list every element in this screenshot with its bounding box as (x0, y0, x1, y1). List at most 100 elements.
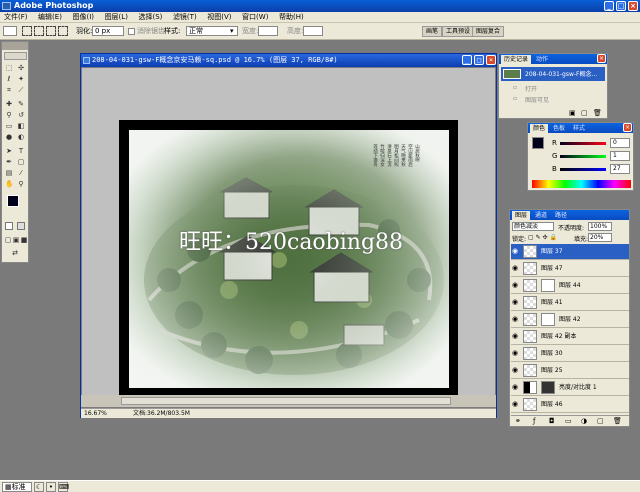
menu-window[interactable]: 窗口(W) (238, 12, 272, 23)
hand-tool-icon[interactable]: ✋ (5, 180, 14, 188)
screen-mode-standard-icon[interactable]: ▢ (4, 236, 12, 244)
eye-icon[interactable]: ◉ (512, 247, 520, 256)
feather-input[interactable]: 0 px (92, 26, 124, 36)
marquee-tool-icon[interactable]: ⬚ (5, 64, 13, 72)
color-foreground-swatch[interactable] (532, 137, 544, 149)
eye-icon[interactable]: ◉ (512, 383, 520, 392)
antialias-checkbox[interactable] (128, 28, 135, 35)
opacity-input[interactable]: 100% (588, 222, 612, 231)
clone-stamp-icon[interactable]: ⚲ (5, 111, 13, 119)
eye-icon[interactable]: ◉ (512, 332, 520, 341)
zoom-level[interactable]: 16.67% (84, 409, 107, 419)
quickmask-mode-icon[interactable] (17, 222, 25, 230)
chevron-down-icon[interactable]: ▾ (230, 27, 234, 36)
layer-row[interactable]: ◉ 图层 41 (511, 295, 629, 311)
crop-tool-icon[interactable]: ⌗ (5, 86, 13, 94)
lasso-tool-icon[interactable]: ℓ (5, 75, 13, 83)
tab-actions[interactable]: 动作 (533, 55, 551, 64)
new-document-icon[interactable]: ▢ (581, 109, 588, 117)
layer-row[interactable]: ◉ 亮度/对比度 1 (511, 380, 629, 396)
layers-panel-titlebar[interactable]: 图层 通道 路径 (510, 210, 629, 220)
menu-select[interactable]: 选择(S) (134, 12, 166, 23)
green-value[interactable]: 1 (610, 151, 630, 161)
standard-mode-icon[interactable] (5, 222, 13, 230)
layer-row[interactable]: ◉ 图层 25 (511, 363, 629, 379)
tab-brushes[interactable]: 画笔 (422, 26, 443, 37)
tab-tool-presets[interactable]: 工具预设 (442, 26, 475, 37)
menu-view[interactable]: 视图(V) (203, 12, 235, 23)
dodge-tool-icon[interactable]: ◐ (17, 133, 25, 141)
keyboard-icon[interactable]: ⌨ (58, 482, 69, 492)
canvas-area[interactable]: 山居秋暝 空山新雨后 天气晚来秋 明月松间照 清泉石上流 竹喧归浣女 莲动下渔舟… (82, 68, 495, 396)
jump-to-imageready-icon[interactable]: ⇄ (8, 249, 22, 257)
taskbar-ime-button[interactable]: ▦标准 (2, 482, 32, 492)
layer-style-icon[interactable]: ƒ (533, 417, 535, 425)
doc-maximize-icon[interactable]: □ (474, 55, 484, 65)
red-value[interactable]: 0 (610, 138, 630, 148)
new-set-icon[interactable]: ▭ (565, 417, 572, 425)
pen-tool-icon[interactable]: ✒ (5, 158, 13, 166)
eye-icon[interactable]: ◉ (512, 349, 520, 358)
eye-icon[interactable]: ◉ (512, 298, 520, 307)
layer-row[interactable]: ◉ 图层 46 (511, 397, 629, 413)
eye-icon[interactable]: ◉ (512, 315, 520, 324)
eye-icon[interactable]: ◉ (512, 366, 520, 375)
green-slider[interactable] (560, 155, 606, 158)
add-selection-icon[interactable] (34, 26, 44, 36)
notes-tool-icon[interactable]: ▤ (5, 169, 13, 177)
history-panel-titlebar[interactable]: 历史记录 动作 × (499, 54, 607, 64)
type-tool-icon[interactable]: T (17, 147, 25, 155)
blue-value[interactable]: 27 (610, 164, 630, 174)
subtract-selection-icon[interactable] (46, 26, 56, 36)
scrollbar-thumb[interactable] (121, 397, 451, 405)
tab-color[interactable]: 颜色 (530, 124, 549, 133)
link-icon[interactable]: ⚭ (515, 417, 521, 425)
dot-icon[interactable]: • (46, 482, 56, 492)
new-layer-icon[interactable]: ▢ (597, 417, 604, 425)
moon-icon[interactable]: ☾ (34, 482, 44, 492)
document-title-bar[interactable]: 208-04-031-gsw-F概念京安马赖-sq.psd @ 16.7% (图… (81, 54, 496, 67)
foreground-color-swatch[interactable] (7, 195, 19, 207)
height-input[interactable] (303, 26, 323, 36)
tab-paths[interactable]: 路径 (552, 211, 570, 220)
doc-minimize-icon[interactable]: _ (462, 55, 472, 65)
move-tool-icon[interactable]: ✣ (17, 64, 25, 72)
width-input[interactable] (258, 26, 278, 36)
healing-brush-icon[interactable]: ✚ (5, 100, 13, 108)
horizontal-scrollbar[interactable] (81, 395, 496, 407)
menu-image[interactable]: 图像(I) (68, 12, 98, 23)
menu-help[interactable]: 帮助(H) (275, 12, 308, 23)
eye-icon[interactable]: ◉ (512, 400, 520, 409)
history-brush-icon[interactable]: ↺ (17, 111, 25, 119)
adobe-online-icon[interactable] (4, 52, 27, 60)
eraser-tool-icon[interactable]: ▭ (5, 122, 13, 130)
new-selection-icon[interactable] (22, 26, 32, 36)
history-close-icon[interactable]: × (597, 54, 606, 63)
menu-edit[interactable]: 编辑(E) (34, 12, 66, 23)
history-snapshot-row[interactable]: 208-04-031-gsw-F概念... (501, 67, 605, 81)
intersect-selection-icon[interactable] (58, 26, 68, 36)
tab-history[interactable]: 历史记录 (501, 55, 532, 64)
color-close-icon[interactable]: × (623, 123, 632, 132)
close-icon[interactable]: × (628, 1, 638, 11)
history-item[interactable]: ▫ 打开 (501, 83, 605, 93)
color-panel-titlebar[interactable]: 颜色 色板 样式 × (528, 123, 633, 133)
layer-row[interactable]: ◉ 图层 42 副本 (511, 329, 629, 345)
zoom-tool-icon[interactable]: ⚲ (17, 180, 25, 188)
layer-row[interactable]: ◉ 图层 44 (511, 278, 629, 294)
slice-tool-icon[interactable]: ⟋ (17, 86, 25, 94)
rendering-image[interactable]: 山居秋暝 空山新雨后 天气晚来秋 明月松间照 清泉石上流 竹喧归浣女 莲动下渔舟… (129, 130, 449, 388)
layer-row[interactable]: ◉ 图层 42 (511, 312, 629, 328)
new-snapshot-icon[interactable]: ▣ (569, 109, 576, 117)
red-slider[interactable] (560, 142, 606, 145)
path-select-icon[interactable]: ➤ (5, 147, 13, 155)
blend-mode-select[interactable]: 颜色减淡 (512, 222, 554, 231)
tab-layer-comps[interactable]: 图层复合 (472, 26, 505, 37)
magic-wand-icon[interactable]: ✦ (17, 75, 25, 83)
color-spectrum-bar[interactable] (532, 180, 631, 188)
tab-layers[interactable]: 图层 (512, 211, 531, 220)
tool-preset-icon[interactable] (3, 26, 17, 36)
brush-tool-icon[interactable]: ✎ (17, 100, 25, 108)
menu-file[interactable]: 文件(F) (0, 12, 32, 23)
screen-mode-menu-icon[interactable]: ▣ (12, 236, 20, 244)
